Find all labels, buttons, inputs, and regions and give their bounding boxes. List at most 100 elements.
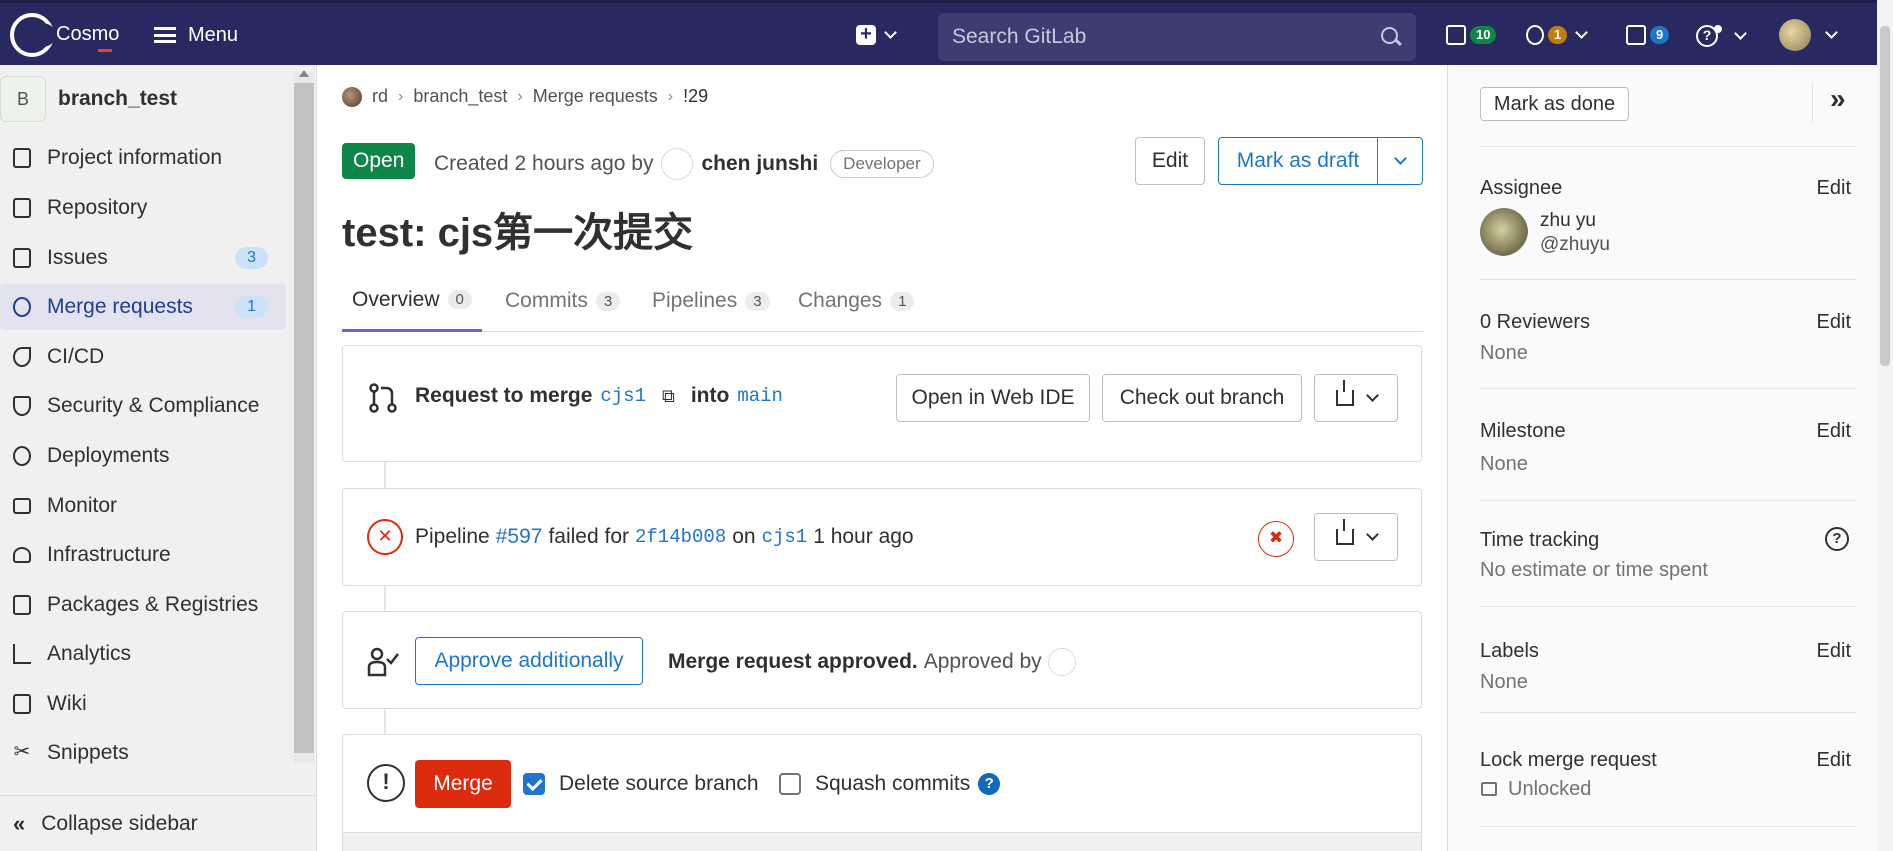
- assignee-handle[interactable]: @zhuyu: [1540, 234, 1610, 256]
- labels-edit-link[interactable]: Edit: [1817, 640, 1851, 663]
- tab-label: Changes: [798, 289, 883, 312]
- project-name: branch_test: [58, 87, 178, 110]
- pipeline-branch-link[interactable]: cjs1: [762, 526, 808, 548]
- collapse-sidebar-button[interactable]: « Collapse sidebar: [0, 795, 316, 851]
- help-dropdown-button[interactable]: ?: [1696, 25, 1747, 47]
- breadcrumb-current[interactable]: !29: [683, 86, 708, 107]
- download-dropdown-button[interactable]: [1314, 374, 1398, 422]
- pipeline-id-link[interactable]: #597: [496, 525, 543, 549]
- menu-label: Menu: [188, 23, 239, 46]
- plus-icon: +: [856, 24, 876, 45]
- merge-requests-nav-button[interactable]: 1: [1526, 25, 1589, 45]
- tab-overview[interactable]: Overview 0: [342, 270, 482, 332]
- sidebar-item-analytics[interactable]: Analytics: [0, 631, 286, 677]
- edit-button[interactable]: Edit: [1135, 137, 1205, 185]
- unlocked-padlock-icon: [1481, 782, 1497, 796]
- sidebar-item-merge-requests[interactable]: Merge requests 1: [0, 284, 286, 330]
- lock-edit-link[interactable]: Edit: [1817, 749, 1851, 772]
- cosmo-logo-icon[interactable]: [10, 13, 56, 57]
- squash-commits-checkbox[interactable]: [779, 773, 801, 795]
- approval-status-text: Merge request approved. Approved by: [668, 648, 1076, 676]
- help-question-icon[interactable]: ?: [978, 773, 1001, 795]
- role-badge: Developer: [830, 150, 934, 178]
- squash-commits-option[interactable]: Squash commits ?: [779, 772, 1001, 796]
- author-name-link[interactable]: chen junshi: [701, 152, 818, 176]
- user-menu-button[interactable]: [1779, 19, 1838, 51]
- sidebar-item-label: Repository: [47, 196, 148, 219]
- breadcrumb-group-link[interactable]: rd: [372, 86, 388, 107]
- sidebar-item-wiki[interactable]: Wiki: [0, 681, 286, 727]
- delete-source-branch-checkbox[interactable]: [523, 773, 545, 795]
- menu-button[interactable]: Menu: [154, 20, 238, 50]
- time-tracking-help-icon[interactable]: ?: [1825, 527, 1849, 551]
- sidebar-item-issues[interactable]: Issues 3: [0, 235, 286, 281]
- target-branch-link[interactable]: main: [737, 385, 783, 407]
- mr-count-badge: 1: [1548, 26, 1568, 44]
- breadcrumb-project-link[interactable]: branch_test: [413, 86, 507, 107]
- pipeline-failed-icon[interactable]: ✕: [367, 519, 403, 555]
- merge-button[interactable]: Merge: [415, 760, 511, 808]
- assignee-avatar[interactable]: [1480, 208, 1528, 256]
- mr-tabs: Overview 0 Commits 3 Pipelines 3 Changes…: [342, 270, 1423, 332]
- delete-source-branch-option[interactable]: Delete source branch: [523, 772, 759, 796]
- sidebar-item-project-information[interactable]: Project information: [0, 135, 286, 181]
- tab-label: Pipelines: [652, 289, 738, 312]
- todos-nav-button[interactable]: 9: [1626, 25, 1670, 45]
- issues-nav-button[interactable]: 10: [1446, 25, 1497, 45]
- page-scrollbar-thumb[interactable]: [1880, 26, 1890, 366]
- merge-request-branch-card: Request to merge cjs1 ⧉ into main Open i…: [342, 345, 1422, 462]
- sidebar-item-packages-registries[interactable]: Packages & Registries: [0, 582, 286, 628]
- project-header[interactable]: B branch_test: [0, 65, 290, 133]
- pipeline-prefix: Pipeline: [415, 525, 490, 548]
- draft-options-dropdown[interactable]: [1377, 137, 1423, 185]
- sidebar-scrollbar-thumb[interactable]: [294, 83, 314, 753]
- chevron-down-icon: [884, 26, 897, 39]
- assignee-name[interactable]: zhu yu: [1540, 210, 1596, 232]
- breadcrumb-merge-requests-link[interactable]: Merge requests: [533, 86, 658, 107]
- assignee-section: [1480, 147, 1856, 280]
- commit-sha-link[interactable]: 2f14b008: [635, 526, 726, 548]
- open-in-web-ide-button[interactable]: Open in Web IDE: [896, 374, 1090, 422]
- search-icon[interactable]: [1381, 27, 1398, 44]
- reviewers-edit-link[interactable]: Edit: [1817, 311, 1851, 334]
- mark-as-draft-button[interactable]: Mark as draft: [1218, 137, 1378, 185]
- request-prefix: Request to merge: [415, 384, 593, 407]
- shield-icon: [13, 396, 31, 416]
- tab-pipelines[interactable]: Pipelines 3: [642, 270, 780, 332]
- approved-status: Merge request approved.: [668, 650, 918, 673]
- new-dropdown-button[interactable]: +: [856, 24, 897, 45]
- search-box[interactable]: [938, 13, 1416, 61]
- milestone-edit-link[interactable]: Edit: [1817, 420, 1851, 443]
- sidebar-item-monitor[interactable]: Monitor: [0, 483, 286, 529]
- tab-changes[interactable]: Changes 1: [788, 270, 924, 332]
- merge-request-icon: [1526, 25, 1544, 45]
- tab-commits[interactable]: Commits 3: [495, 270, 630, 332]
- assignee-edit-link[interactable]: Edit: [1817, 177, 1851, 200]
- left-sidebar: B branch_test Project information Reposi…: [0, 65, 317, 851]
- chevron-right-icon: ›: [398, 87, 404, 105]
- sidebar-item-repository[interactable]: Repository: [0, 185, 286, 231]
- sidebar-item-security-compliance[interactable]: Security & Compliance: [0, 383, 286, 429]
- sidebar-item-label: Monitor: [47, 494, 118, 517]
- chart-icon: [13, 644, 31, 664]
- artifacts-download-dropdown[interactable]: [1314, 513, 1398, 561]
- timeline-connector: [384, 586, 386, 612]
- search-input[interactable]: [952, 25, 1372, 49]
- scroll-up-arrow-icon[interactable]: [299, 70, 309, 77]
- sidebar-item-snippets[interactable]: ✂ Snippets: [0, 730, 286, 776]
- sidebar-item-deployments[interactable]: Deployments: [0, 433, 286, 479]
- brand-name[interactable]: Cosmo: [56, 23, 119, 46]
- timeline-connector: [384, 462, 386, 488]
- check-out-branch-button[interactable]: Check out branch: [1102, 374, 1302, 422]
- repository-icon: [13, 198, 31, 218]
- approver-avatar[interactable]: [1047, 648, 1076, 676]
- source-branch-link[interactable]: cjs1: [600, 385, 646, 407]
- author-avatar[interactable]: [661, 148, 694, 180]
- approve-additionally-button[interactable]: Approve additionally: [415, 637, 643, 685]
- chevron-down-icon: [1825, 26, 1838, 39]
- sidebar-item-cicd[interactable]: CI/CD: [0, 334, 286, 380]
- user-avatar: [1779, 19, 1811, 51]
- failed-job-status-icon[interactable]: ✖: [1258, 521, 1294, 557]
- copy-branch-icon[interactable]: ⧉: [662, 386, 675, 407]
- sidebar-item-infrastructure[interactable]: Infrastructure: [0, 532, 286, 578]
